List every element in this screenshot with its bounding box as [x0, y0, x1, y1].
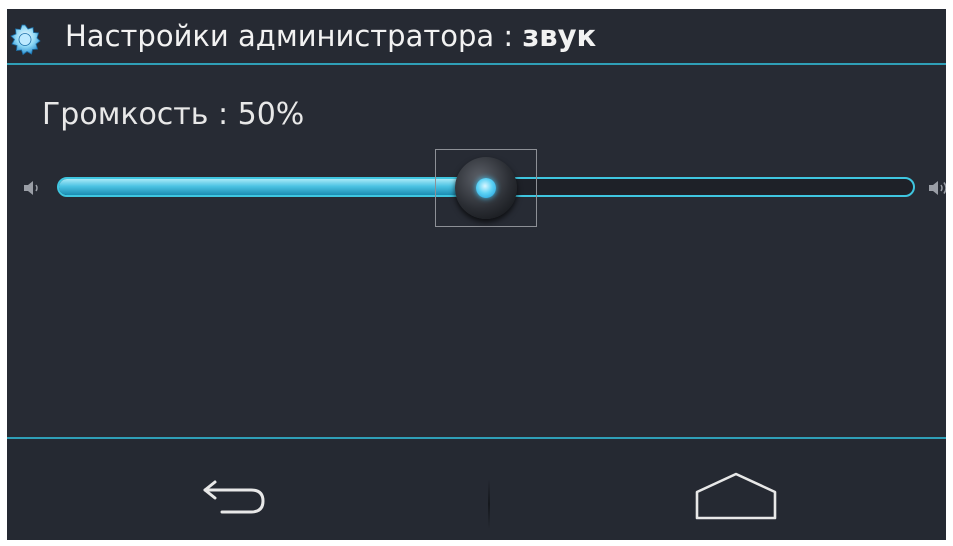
slider-thumb-indicator [476, 178, 496, 198]
back-button[interactable] [177, 464, 277, 524]
home-button[interactable] [687, 464, 787, 524]
settings-screen: Настройки администратора : звук Громкост… [7, 9, 946, 540]
home-icon [695, 472, 777, 520]
navigation-bar [7, 437, 946, 540]
back-arrow-icon [203, 480, 265, 514]
page-title: Настройки администратора : звук [65, 19, 596, 53]
title-prefix: Настройки администратора : [65, 19, 523, 53]
nav-divider [488, 479, 490, 529]
volume-high-icon [929, 181, 946, 195]
volume-low-icon [24, 181, 38, 195]
gear-icon [10, 24, 41, 55]
slider-fill [59, 179, 486, 195]
volume-slider[interactable] [57, 149, 917, 229]
title-bar: Настройки администратора : звук [7, 9, 946, 65]
volume-label: Громкость : 50% [42, 97, 305, 132]
slider-thumb[interactable] [455, 157, 517, 219]
title-section: звук [522, 19, 597, 53]
